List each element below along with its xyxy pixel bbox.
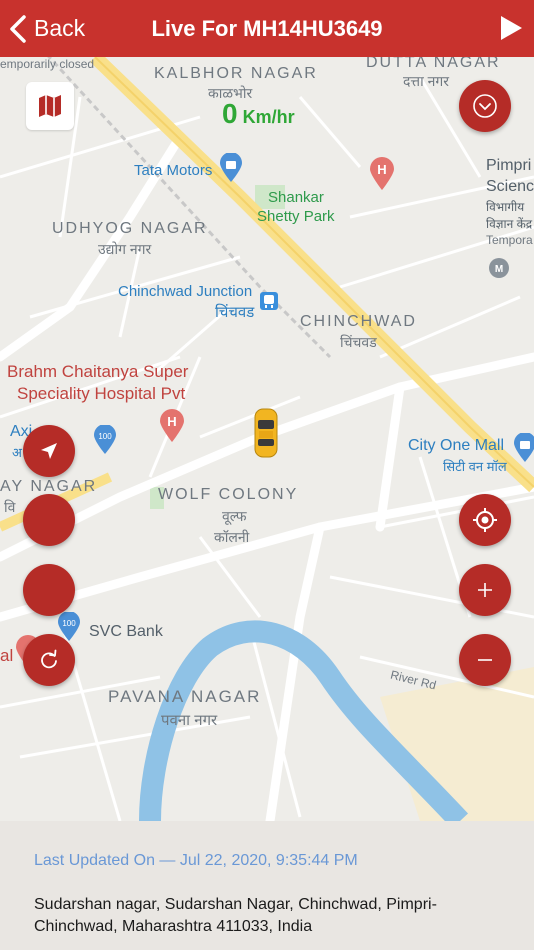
- udhyog-nagar-dev-label: उद्योग नगर: [98, 241, 152, 257]
- refresh-icon: [41, 649, 57, 669]
- shopping-pin-icon: [514, 433, 534, 462]
- expand-button[interactable]: [459, 80, 511, 132]
- wolf-colony-dev-label-1: वूल्फ: [222, 508, 247, 524]
- kalbhor-nagar-label: KALBHOR NAGAR: [154, 65, 318, 82]
- speed-unit: Km/hr: [242, 107, 295, 127]
- svg-text:M: M: [495, 264, 503, 275]
- car-marker-icon[interactable]: [253, 407, 279, 459]
- navigation-arrow-icon: [41, 443, 57, 459]
- hospital-pin-icon: H: [160, 409, 184, 442]
- train-station-icon: [260, 292, 278, 310]
- map-icon: [39, 95, 61, 117]
- back-label: Back: [34, 15, 86, 41]
- info-panel: Last Updated On — Jul 22, 2020, 9:35:44 …: [0, 821, 534, 950]
- svg-text:100: 100: [98, 432, 112, 441]
- shetty-park-label: Shetty Park: [257, 208, 335, 225]
- tempora-label: Tempora: [486, 233, 533, 247]
- city-one-mall-label: City One Mall: [408, 437, 505, 454]
- dutta-nagar-label: DUTTA NAGAR: [366, 57, 501, 71]
- plus-icon: [478, 583, 492, 597]
- minus-icon: [478, 659, 492, 661]
- address-text: Sudarshan nagar, Sudarshan Nagar, Chinch…: [34, 896, 437, 935]
- science-label: Science: [486, 178, 534, 195]
- vigyan-label: विज्ञान केंद्र: [486, 217, 533, 231]
- speed-value: 0: [222, 98, 238, 129]
- al-label: al: [0, 646, 14, 665]
- svg-text:H: H: [167, 414, 176, 429]
- hospital-pin-icon: H: [370, 157, 394, 190]
- target-icon: [473, 508, 497, 532]
- city-one-mall-dev-label: सिटी वन मॉल: [443, 459, 507, 474]
- action-button-1[interactable]: [23, 494, 75, 546]
- chinchwad-junction-label: Chinchwad Junction: [118, 283, 253, 300]
- museum-icon: M: [489, 258, 509, 278]
- speed-readout: 0 Km/hr: [222, 98, 295, 130]
- jay-nagar-dev-label: वि: [4, 499, 16, 515]
- tata-motors-label: Tata Motors: [134, 162, 213, 179]
- pavana-nagar-dev-label: पवना नगर: [161, 712, 218, 729]
- chevron-left-icon: [10, 14, 26, 43]
- dutta-nagar-dev-label: दत्ता नगर: [403, 73, 450, 89]
- navigate-button[interactable]: [23, 425, 75, 477]
- chinchwad-junction-dev-label: चिंचवड: [215, 304, 255, 321]
- svg-text:100: 100: [62, 619, 76, 628]
- map-type-button[interactable]: [26, 82, 74, 130]
- top-bar: Back Live For MH14HU3649: [0, 0, 534, 57]
- shankar-label: Shankar: [268, 189, 324, 206]
- bank-pin-icon: 100: [94, 425, 116, 454]
- back-button[interactable]: Back: [8, 0, 85, 57]
- brahm-chaitanya-label-2: Speciality Hospital Pvt: [17, 384, 186, 403]
- action-button-2[interactable]: [23, 564, 75, 616]
- wolf-colony-dev-label-2: कॉलनी: [214, 529, 250, 545]
- zoom-in-button[interactable]: [459, 564, 511, 616]
- pimpri-label: Pimpri: [486, 157, 532, 174]
- temporarily-closed-label: emporarily closed: [0, 57, 95, 71]
- map-view[interactable]: emporarily closed KALBHOR NAGAR काळभोर D…: [0, 57, 534, 821]
- chevron-down-circle-icon: [473, 94, 497, 118]
- shopping-pin-icon: [220, 153, 242, 182]
- play-icon[interactable]: [498, 14, 524, 42]
- chinchwad-dev-label: चिंचवड: [340, 334, 377, 350]
- udhyog-nagar-label: UDHYOG NAGAR: [52, 220, 208, 237]
- locate-vehicle-button[interactable]: [459, 494, 511, 546]
- pavana-nagar-label: PAVANA NAGAR: [108, 687, 262, 706]
- svg-text:H: H: [377, 162, 386, 177]
- vibhagiya-label: विभागीय: [486, 200, 525, 214]
- zoom-out-button[interactable]: [459, 634, 511, 686]
- wolf-colony-label: WOLF COLONY: [158, 486, 299, 503]
- svc-bank-label: SVC Bank: [89, 623, 163, 640]
- brahm-chaitanya-label-1: Brahm Chaitanya Super: [7, 362, 189, 381]
- chinchwad-label: CHINCHWAD: [300, 313, 417, 330]
- axis-bank-dev-label: अ: [12, 445, 22, 460]
- last-updated-text: Last Updated On — Jul 22, 2020, 9:35:44 …: [34, 852, 358, 869]
- refresh-button[interactable]: [23, 634, 75, 686]
